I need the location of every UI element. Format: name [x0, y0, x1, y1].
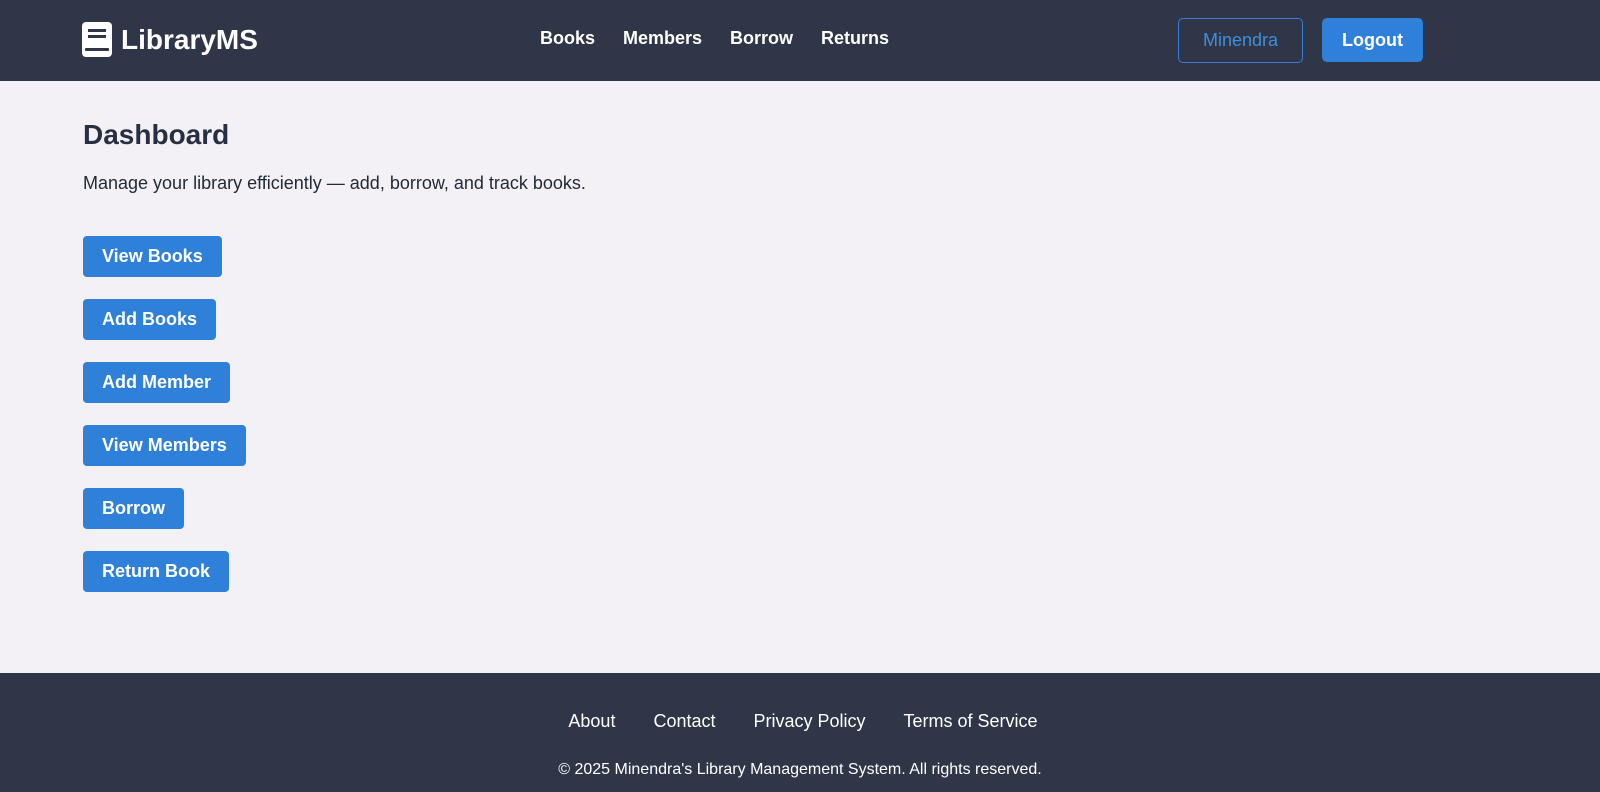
brand-name: LibraryMS	[121, 23, 258, 55]
footer-links: About Contact Privacy Policy Terms of Se…	[0, 711, 1600, 732]
footer-link-about[interactable]: About	[568, 711, 615, 732]
nav-borrow[interactable]: Borrow	[730, 28, 793, 49]
add-member-button[interactable]: Add Member	[83, 362, 231, 403]
page-subtitle: Manage your library efficiently — add, b…	[83, 173, 586, 193]
logout-button[interactable]: Logout	[1322, 18, 1423, 62]
footer-link-contact[interactable]: Contact	[653, 711, 715, 732]
footer-link-privacy[interactable]: Privacy Policy	[754, 711, 866, 732]
page-title: Dashboard	[83, 119, 230, 150]
add-books-button[interactable]: Add Books	[83, 299, 217, 340]
footer-link-terms[interactable]: Terms of Service	[904, 711, 1038, 732]
footer: About Contact Privacy Policy Terms of Se…	[0, 673, 1600, 792]
view-books-button[interactable]: View Books	[83, 236, 222, 277]
brand-logo[interactable]: LibraryMS	[82, 22, 258, 57]
nav-books[interactable]: Books	[540, 28, 595, 49]
view-members-button[interactable]: View Members	[83, 425, 246, 466]
main-nav: Books Members Borrow Returns	[540, 28, 889, 49]
borrow-button[interactable]: Borrow	[83, 488, 184, 529]
copyright-text: © 2025 Minendra's Library Management Sys…	[558, 761, 1042, 778]
book-icon	[82, 22, 112, 57]
return-book-button[interactable]: Return Book	[83, 551, 229, 592]
dashboard-content: Dashboard Manage your library efficientl…	[83, 117, 1483, 592]
nav-members[interactable]: Members	[623, 28, 702, 49]
navbar: LibraryMS Books Members Borrow Returns M…	[0, 0, 1600, 81]
user-profile-button[interactable]: Minendra	[1178, 18, 1303, 63]
action-list: View Books Add Books Add Member View Mem…	[83, 236, 1483, 592]
nav-returns[interactable]: Returns	[821, 28, 889, 49]
